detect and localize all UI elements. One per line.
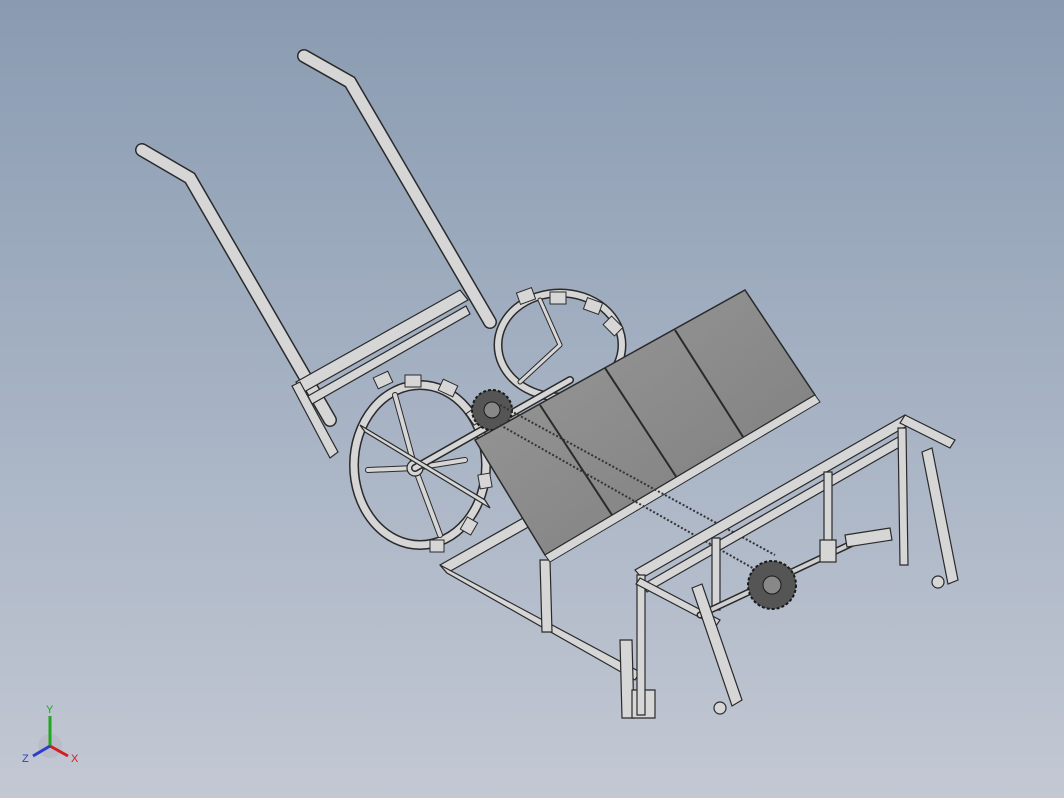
- cad-viewport[interactable]: Y X Z: [0, 0, 1064, 798]
- z-axis-label: Z: [22, 753, 29, 765]
- x-axis-label: X: [71, 753, 79, 765]
- y-axis-label: Y: [46, 704, 54, 716]
- handle-right: [297, 49, 497, 329]
- planting-arm-right: [921, 447, 959, 589]
- axis-triad[interactable]: Y X Z: [18, 700, 88, 770]
- rice-transplanter-model[interactable]: [0, 0, 1064, 798]
- sprocket-lower: [747, 560, 797, 610]
